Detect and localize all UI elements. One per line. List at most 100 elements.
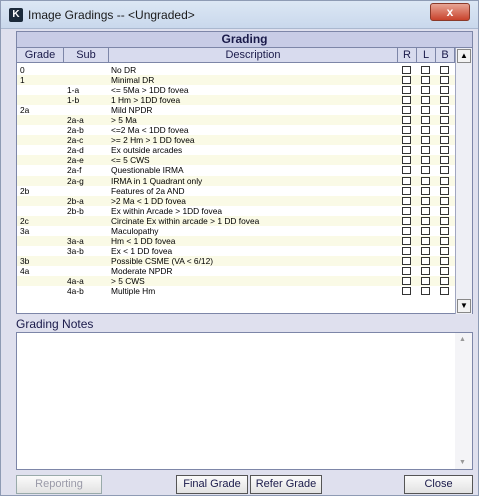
table-row[interactable]: 3b Possible CSME (VA < 6/12): [17, 255, 455, 266]
checkbox-r[interactable]: [402, 266, 411, 275]
notes-scroll-down-icon[interactable]: ▼: [459, 459, 466, 466]
column-header-grade[interactable]: Grade: [17, 48, 64, 63]
table-row[interactable]: 3a-a Hm < 1 DD fovea: [17, 235, 455, 246]
table-row[interactable]: 2a-a > 5 Ma: [17, 115, 455, 126]
checkbox-b[interactable]: [440, 166, 449, 175]
checkbox-r[interactable]: [402, 166, 411, 175]
table-row[interactable]: 2a-g IRMA in 1 Quadrant only: [17, 175, 455, 186]
checkbox-r[interactable]: [402, 66, 411, 74]
checkbox-r[interactable]: [402, 106, 411, 115]
checkbox-b[interactable]: [440, 216, 449, 225]
checkbox-b[interactable]: [440, 86, 449, 95]
table-row[interactable]: 3a-b Ex < 1 DD fovea: [17, 245, 455, 256]
checkbox-r[interactable]: [402, 116, 411, 125]
checkbox-b[interactable]: [440, 136, 449, 145]
checkbox-r[interactable]: [402, 86, 411, 95]
table-row[interactable]: 2c Circinate Ex within arcade > 1 DD fove…: [17, 215, 455, 226]
scroll-up-icon[interactable]: ▲: [457, 49, 471, 63]
checkbox-b[interactable]: [440, 126, 449, 135]
checkbox-b[interactable]: [440, 176, 449, 185]
checkbox-b[interactable]: [440, 256, 449, 265]
checkbox-l[interactable]: [421, 196, 430, 205]
checkbox-r[interactable]: [402, 226, 411, 235]
checkbox-l[interactable]: [421, 106, 430, 115]
checkbox-l[interactable]: [421, 96, 430, 105]
checkbox-r[interactable]: [402, 246, 411, 255]
table-row[interactable]: 2a-c >= 2 Hm > 1 DD fovea: [17, 135, 455, 146]
checkbox-l[interactable]: [421, 86, 430, 95]
table-row[interactable]: 4a Moderate NPDR: [17, 265, 455, 276]
grading-scrollbar[interactable]: ▲ ▼: [455, 48, 472, 314]
checkbox-l[interactable]: [421, 266, 430, 275]
grading-notes-textarea[interactable]: ▲ ▼: [16, 332, 473, 470]
checkbox-b[interactable]: [440, 96, 449, 105]
checkbox-r[interactable]: [402, 256, 411, 265]
checkbox-l[interactable]: [421, 136, 430, 145]
checkbox-b[interactable]: [440, 266, 449, 275]
column-header-sub[interactable]: Sub: [64, 48, 109, 63]
checkbox-b[interactable]: [440, 186, 449, 195]
checkbox-b[interactable]: [440, 66, 449, 74]
checkbox-b[interactable]: [440, 146, 449, 155]
checkbox-l[interactable]: [421, 76, 430, 85]
checkbox-r[interactable]: [402, 216, 411, 225]
checkbox-l[interactable]: [421, 256, 430, 265]
checkbox-r[interactable]: [402, 206, 411, 215]
checkbox-b[interactable]: [440, 76, 449, 85]
table-row[interactable]: 2a-d Ex outside arcades: [17, 145, 455, 156]
column-header-description[interactable]: Description: [109, 48, 398, 63]
checkbox-l[interactable]: [421, 116, 430, 125]
notes-scroll-up-icon[interactable]: ▲: [459, 336, 466, 343]
table-row[interactable]: 2a-f Questionable IRMA: [17, 165, 455, 176]
checkbox-b[interactable]: [440, 206, 449, 215]
checkbox-b[interactable]: [440, 246, 449, 255]
checkbox-r[interactable]: [402, 136, 411, 145]
checkbox-b[interactable]: [440, 287, 449, 296]
notes-scrollbar[interactable]: ▲ ▼: [455, 333, 472, 469]
table-row[interactable]: 3a Maculopathy: [17, 225, 455, 236]
checkbox-b[interactable]: [440, 226, 449, 235]
checkbox-r[interactable]: [402, 146, 411, 155]
table-row[interactable]: 2a Mild NPDR: [17, 105, 455, 116]
checkbox-b[interactable]: [440, 156, 449, 165]
checkbox-l[interactable]: [421, 206, 430, 215]
checkbox-r[interactable]: [402, 287, 411, 296]
checkbox-b[interactable]: [440, 196, 449, 205]
checkbox-r[interactable]: [402, 126, 411, 135]
column-header-b[interactable]: B: [436, 48, 455, 63]
checkbox-b[interactable]: [440, 106, 449, 115]
checkbox-b[interactable]: [440, 276, 449, 285]
checkbox-l[interactable]: [421, 287, 430, 296]
final-grade-button[interactable]: Final Grade: [176, 475, 248, 494]
checkbox-r[interactable]: [402, 196, 411, 205]
column-header-r[interactable]: R: [398, 48, 417, 63]
checkbox-r[interactable]: [402, 156, 411, 165]
checkbox-l[interactable]: [421, 276, 430, 285]
window-close-button[interactable]: x: [430, 3, 470, 21]
table-row[interactable]: 1 Minimal DR: [17, 75, 455, 86]
checkbox-l[interactable]: [421, 66, 430, 74]
checkbox-l[interactable]: [421, 176, 430, 185]
table-row[interactable]: 1-b 1 Hm > 1DD fovea: [17, 95, 455, 106]
refer-grade-button[interactable]: Refer Grade: [250, 475, 322, 494]
table-row[interactable]: 2b Features of 2a AND: [17, 185, 455, 196]
table-row[interactable]: 2b-b Ex within Arcade > 1DD fovea: [17, 205, 455, 216]
checkbox-l[interactable]: [421, 186, 430, 195]
reporting-button[interactable]: Reporting: [16, 475, 102, 494]
column-header-l[interactable]: L: [417, 48, 436, 63]
checkbox-r[interactable]: [402, 176, 411, 185]
table-row[interactable]: 1-a <= 5Ma > 1DD fovea: [17, 85, 455, 96]
checkbox-l[interactable]: [421, 226, 430, 235]
checkbox-r[interactable]: [402, 276, 411, 285]
checkbox-l[interactable]: [421, 156, 430, 165]
checkbox-l[interactable]: [421, 146, 430, 155]
scroll-down-icon[interactable]: ▼: [457, 299, 471, 313]
table-row[interactable]: 2b-a >2 Ma < 1 DD fovea: [17, 195, 455, 206]
close-button[interactable]: Close: [404, 475, 473, 494]
checkbox-l[interactable]: [421, 166, 430, 175]
table-row[interactable]: 4a-b Multiple Hm: [17, 286, 455, 297]
checkbox-b[interactable]: [440, 236, 449, 245]
checkbox-r[interactable]: [402, 186, 411, 195]
table-row[interactable]: 4a-a > 5 CWS: [17, 275, 455, 287]
checkbox-r[interactable]: [402, 76, 411, 85]
